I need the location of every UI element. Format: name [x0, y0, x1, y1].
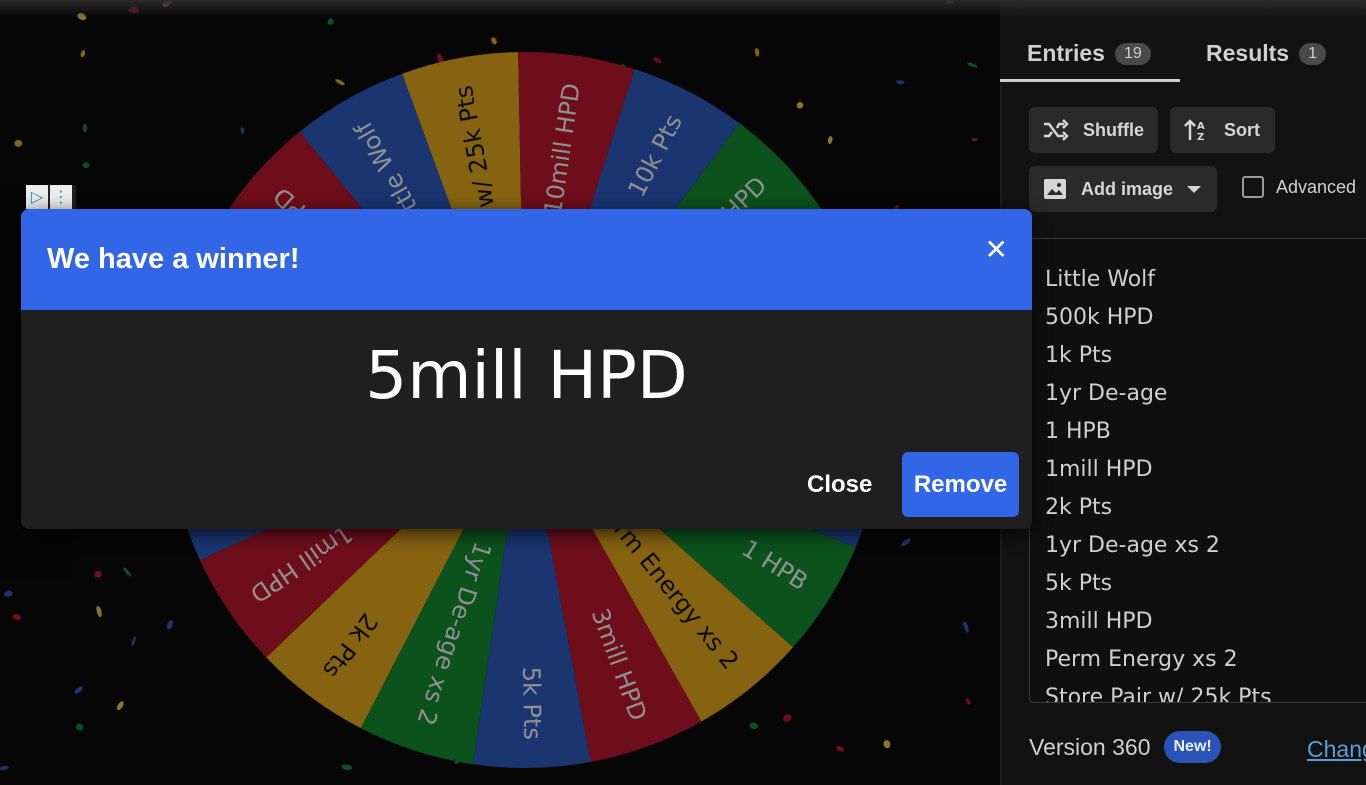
sort-icon: A Z	[1184, 119, 1205, 142]
entry-item: 500k HPD	[1045, 305, 1154, 330]
confetti	[0, 765, 9, 771]
svg-text:Z: Z	[1197, 132, 1204, 142]
confetti	[963, 621, 969, 633]
confetti	[341, 764, 353, 770]
sort-label: Sort	[1224, 119, 1260, 140]
confetti	[96, 605, 102, 618]
confetti	[335, 79, 345, 86]
tab-results-label: Results	[1206, 40, 1290, 66]
confetti	[883, 740, 891, 749]
advanced-checkbox[interactable]: Advanced	[1242, 176, 1356, 198]
remove-button[interactable]: Remove	[902, 452, 1019, 517]
confetti	[896, 80, 905, 85]
close-icon[interactable]: ✕	[985, 233, 1008, 266]
confetti	[80, 50, 86, 58]
confetti	[749, 722, 759, 730]
svg-text:A: A	[1197, 121, 1205, 132]
entry-item: 1k Pts	[1045, 343, 1113, 368]
version-info: Version 360 New!	[1029, 731, 1221, 763]
confetti	[131, 636, 136, 646]
entries-panel: Shuffle A Z Sort Add image Advanced Litt…	[1000, 86, 1366, 785]
dialog-header: We have a winner! ✕	[21, 209, 1032, 310]
confetti	[653, 57, 662, 63]
entry-item: Perm Energy xs 2	[1045, 647, 1238, 672]
entry-item: 5k Pts	[1045, 571, 1113, 596]
checkbox-icon[interactable]	[1242, 176, 1264, 198]
sort-button[interactable]: A Z Sort	[1170, 107, 1275, 153]
confetti	[901, 538, 911, 547]
shuffle-icon	[1044, 119, 1069, 141]
ad-choices[interactable]: ▷ ⋮	[26, 185, 76, 209]
confetti	[94, 570, 102, 578]
entry-item: 1yr De-age xs 2	[1045, 533, 1220, 558]
tab-entries-label: Entries	[1027, 40, 1105, 66]
winner-text: 5mill HPD	[365, 337, 688, 414]
confetti	[327, 18, 334, 25]
confetti	[12, 614, 21, 621]
entry-item: 1yr De-age	[1045, 381, 1168, 406]
confetti	[116, 701, 124, 711]
active-tab-indicator	[1000, 79, 1180, 82]
tab-bar: Entries 19 Results 1	[1000, 30, 1366, 82]
version-label: Version 360	[1029, 733, 1151, 760]
confetti	[971, 137, 978, 142]
confetti	[123, 567, 132, 577]
shuffle-label: Shuffle	[1083, 119, 1144, 140]
confetti	[82, 162, 90, 169]
confetti	[166, 620, 174, 630]
wheel-segment-label: 5k Pts	[517, 666, 546, 740]
entries-count-badge: 19	[1114, 42, 1151, 65]
confetti	[14, 139, 23, 147]
confetti	[965, 698, 971, 705]
add-image-label: Add image	[1081, 178, 1174, 199]
confetti	[491, 37, 497, 45]
confetti	[754, 48, 760, 57]
shuffle-button[interactable]: Shuffle	[1029, 107, 1158, 153]
dialog-title: We have a winner!	[47, 243, 300, 275]
winner-dialog: We have a winner! ✕ 5mill HPD Close Remo…	[21, 209, 1032, 529]
entry-item: 1 HPB	[1045, 419, 1111, 444]
chevron-down-icon	[1187, 186, 1202, 193]
side-panel: Entries 19 Results 1 Shuffle A Z Sort Ad…	[1000, 0, 1366, 785]
confetti	[82, 123, 88, 133]
confetti	[782, 714, 792, 722]
results-count-badge: 1	[1299, 42, 1326, 65]
image-icon	[1044, 179, 1066, 199]
entry-item: 3mill HPD	[1045, 609, 1153, 634]
confetti	[796, 102, 804, 109]
entry-item: Store Pair w/ 25k Pts	[1045, 685, 1272, 703]
entry-item: 1mill HPD	[1045, 457, 1153, 482]
entries-textarea[interactable]: Little Wolf 500k HPD 1k Pts 1yr De-age 1 HPB…	[1029, 238, 1366, 703]
entries-list: Little Wolf 500k HPD 1k Pts 1yr De-age 1 HPB…	[1045, 261, 1272, 703]
confetti	[836, 745, 845, 752]
confetti	[76, 723, 84, 731]
add-image-button[interactable]: Add image	[1029, 166, 1217, 212]
confetti	[74, 686, 83, 694]
tab-results[interactable]: Results 1	[1206, 40, 1326, 67]
close-button[interactable]: Close	[807, 471, 872, 499]
confetti	[240, 127, 245, 134]
confetti	[827, 136, 833, 144]
changelog-link[interactable]: Changelog	[1307, 736, 1366, 763]
entry-item: Little Wolf	[1045, 267, 1156, 292]
ad-menu-icon[interactable]: ⋮	[50, 185, 72, 209]
top-shade	[0, 0, 1366, 18]
confetti	[967, 62, 978, 68]
tab-entries[interactable]: Entries 19	[1027, 40, 1151, 67]
confetti	[4, 590, 13, 597]
advanced-label: Advanced	[1276, 176, 1357, 197]
entry-item: 2k Pts	[1045, 495, 1113, 520]
new-badge: New!	[1164, 731, 1221, 763]
ad-choices-icon[interactable]: ▷	[26, 185, 48, 209]
